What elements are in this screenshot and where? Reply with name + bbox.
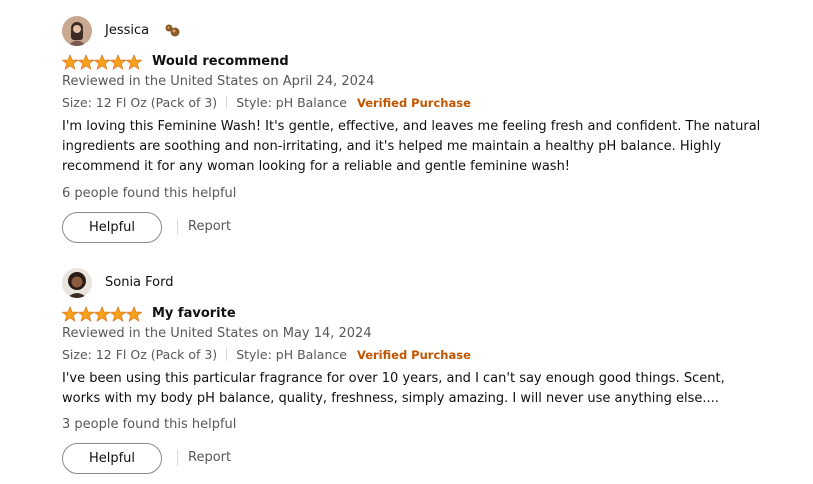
report-link[interactable]: Report (188, 450, 231, 465)
review-body: I've been using this particular fragranc… (62, 371, 725, 406)
variant-style[interactable]: Style: pH Balance (236, 347, 347, 362)
star-rating-icon[interactable] (62, 306, 142, 322)
variant-size[interactable]: Size: 12 Fl Oz (Pack of 3) (62, 347, 217, 362)
reviewer-name[interactable]: Sonia Ford (105, 275, 174, 290)
avatar[interactable] (62, 16, 92, 46)
product-variant[interactable]: Size: 12 Fl Oz (Pack of 3) Style: pH Bala… (62, 347, 471, 362)
review-title[interactable]: Would recommend (152, 54, 289, 69)
review-date: Reviewed in the United States on April 2… (62, 74, 375, 89)
review-title[interactable]: My favorite (152, 306, 236, 321)
avatar[interactable] (62, 268, 92, 298)
helpful-button[interactable]: Helpful (62, 212, 162, 243)
divider (226, 96, 228, 109)
helpful-count: 6 people found this helpful (62, 186, 237, 201)
review-body: I'm loving this Feminine Wash! It's gent… (62, 119, 761, 174)
divider (226, 348, 228, 361)
divider (177, 219, 178, 235)
star-rating-icon[interactable] (62, 54, 142, 70)
helpful-count: 3 people found this helpful (62, 417, 237, 432)
report-link[interactable]: Report (188, 219, 231, 234)
review: Jessica Would recommend Reviewed in the … (62, 16, 802, 243)
divider (177, 450, 178, 466)
verified-purchase-badge: Verified Purchase (356, 348, 471, 362)
reviewer-badge-icon (164, 23, 182, 39)
reviewer-name[interactable]: Jessica (105, 23, 149, 38)
variant-size[interactable]: Size: 12 Fl Oz (Pack of 3) (62, 95, 217, 110)
review-date: Reviewed in the United States on May 14,… (62, 326, 372, 341)
review: Sonia Ford My favorite Reviewed in the U… (62, 268, 802, 474)
variant-style[interactable]: Style: pH Balance (236, 95, 347, 110)
helpful-button[interactable]: Helpful (62, 443, 162, 474)
product-variant[interactable]: Size: 12 Fl Oz (Pack of 3) Style: pH Bala… (62, 95, 471, 110)
reviewer-profile[interactable]: Sonia Ford (62, 268, 802, 298)
reviewer-profile[interactable]: Jessica (62, 16, 802, 46)
verified-purchase-badge: Verified Purchase (356, 96, 471, 110)
